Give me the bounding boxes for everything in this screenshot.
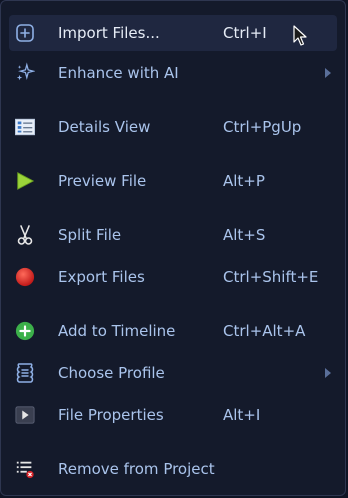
menu-item-label: Enhance with AI xyxy=(58,64,179,82)
add-circle-icon xyxy=(15,321,35,341)
menu-item-shortcut: Ctrl+PgUp xyxy=(223,118,302,136)
submenu-arrow-icon xyxy=(325,68,331,78)
menu-item-details-view[interactable]: Details View Ctrl+PgUp xyxy=(9,109,337,145)
remove-list-icon xyxy=(15,459,35,479)
menu-item-preview-file[interactable]: Preview File Alt+P xyxy=(9,163,337,199)
import-file-icon xyxy=(15,23,35,43)
menu-item-file-properties[interactable]: File Properties Alt+I xyxy=(9,397,337,433)
menu-item-enhance-with-ai[interactable]: Enhance with AI xyxy=(9,55,337,91)
menu-item-label: Details View xyxy=(58,118,151,136)
menu-item-shortcut: Alt+I xyxy=(223,406,261,424)
menu-item-shortcut: Alt+S xyxy=(223,226,266,244)
menu-item-label: Export Files xyxy=(58,268,145,286)
menu-item-import-files[interactable]: Import Files... Ctrl+I xyxy=(9,15,337,51)
menu-item-shortcut: Ctrl+Shift+E xyxy=(223,268,319,286)
menu-item-shortcut: Alt+P xyxy=(223,172,265,190)
menu-item-export-files[interactable]: Export Files Ctrl+Shift+E xyxy=(9,259,337,295)
context-menu: Import Files... Ctrl+I Enhance with AI D… xyxy=(0,0,346,496)
menu-item-label: Remove from Project xyxy=(58,460,215,478)
menu-item-remove-from-project[interactable]: Remove from Project xyxy=(9,451,337,487)
details-view-icon xyxy=(15,117,35,137)
menu-item-label: Add to Timeline xyxy=(58,322,176,340)
play-icon xyxy=(15,171,35,191)
properties-icon xyxy=(15,405,35,425)
scissors-icon xyxy=(15,225,35,245)
menu-item-shortcut: Ctrl+I xyxy=(223,24,267,42)
submenu-arrow-icon xyxy=(325,368,331,378)
menu-item-label: File Properties xyxy=(58,406,164,424)
mouse-cursor-icon xyxy=(293,25,307,47)
menu-item-label: Split File xyxy=(58,226,122,244)
menu-item-split-file[interactable]: Split File Alt+S xyxy=(9,217,337,253)
menu-item-label: Preview File xyxy=(58,172,147,190)
menu-item-add-to-timeline[interactable]: Add to Timeline Ctrl+Alt+A xyxy=(9,313,337,349)
record-icon xyxy=(15,267,35,287)
sparkles-icon xyxy=(15,62,35,83)
menu-item-label: Choose Profile xyxy=(58,364,165,382)
profile-icon xyxy=(15,363,35,383)
menu-item-shortcut: Ctrl+Alt+A xyxy=(223,322,306,340)
menu-item-label: Import Files... xyxy=(58,24,160,42)
menu-item-choose-profile[interactable]: Choose Profile xyxy=(9,355,337,391)
